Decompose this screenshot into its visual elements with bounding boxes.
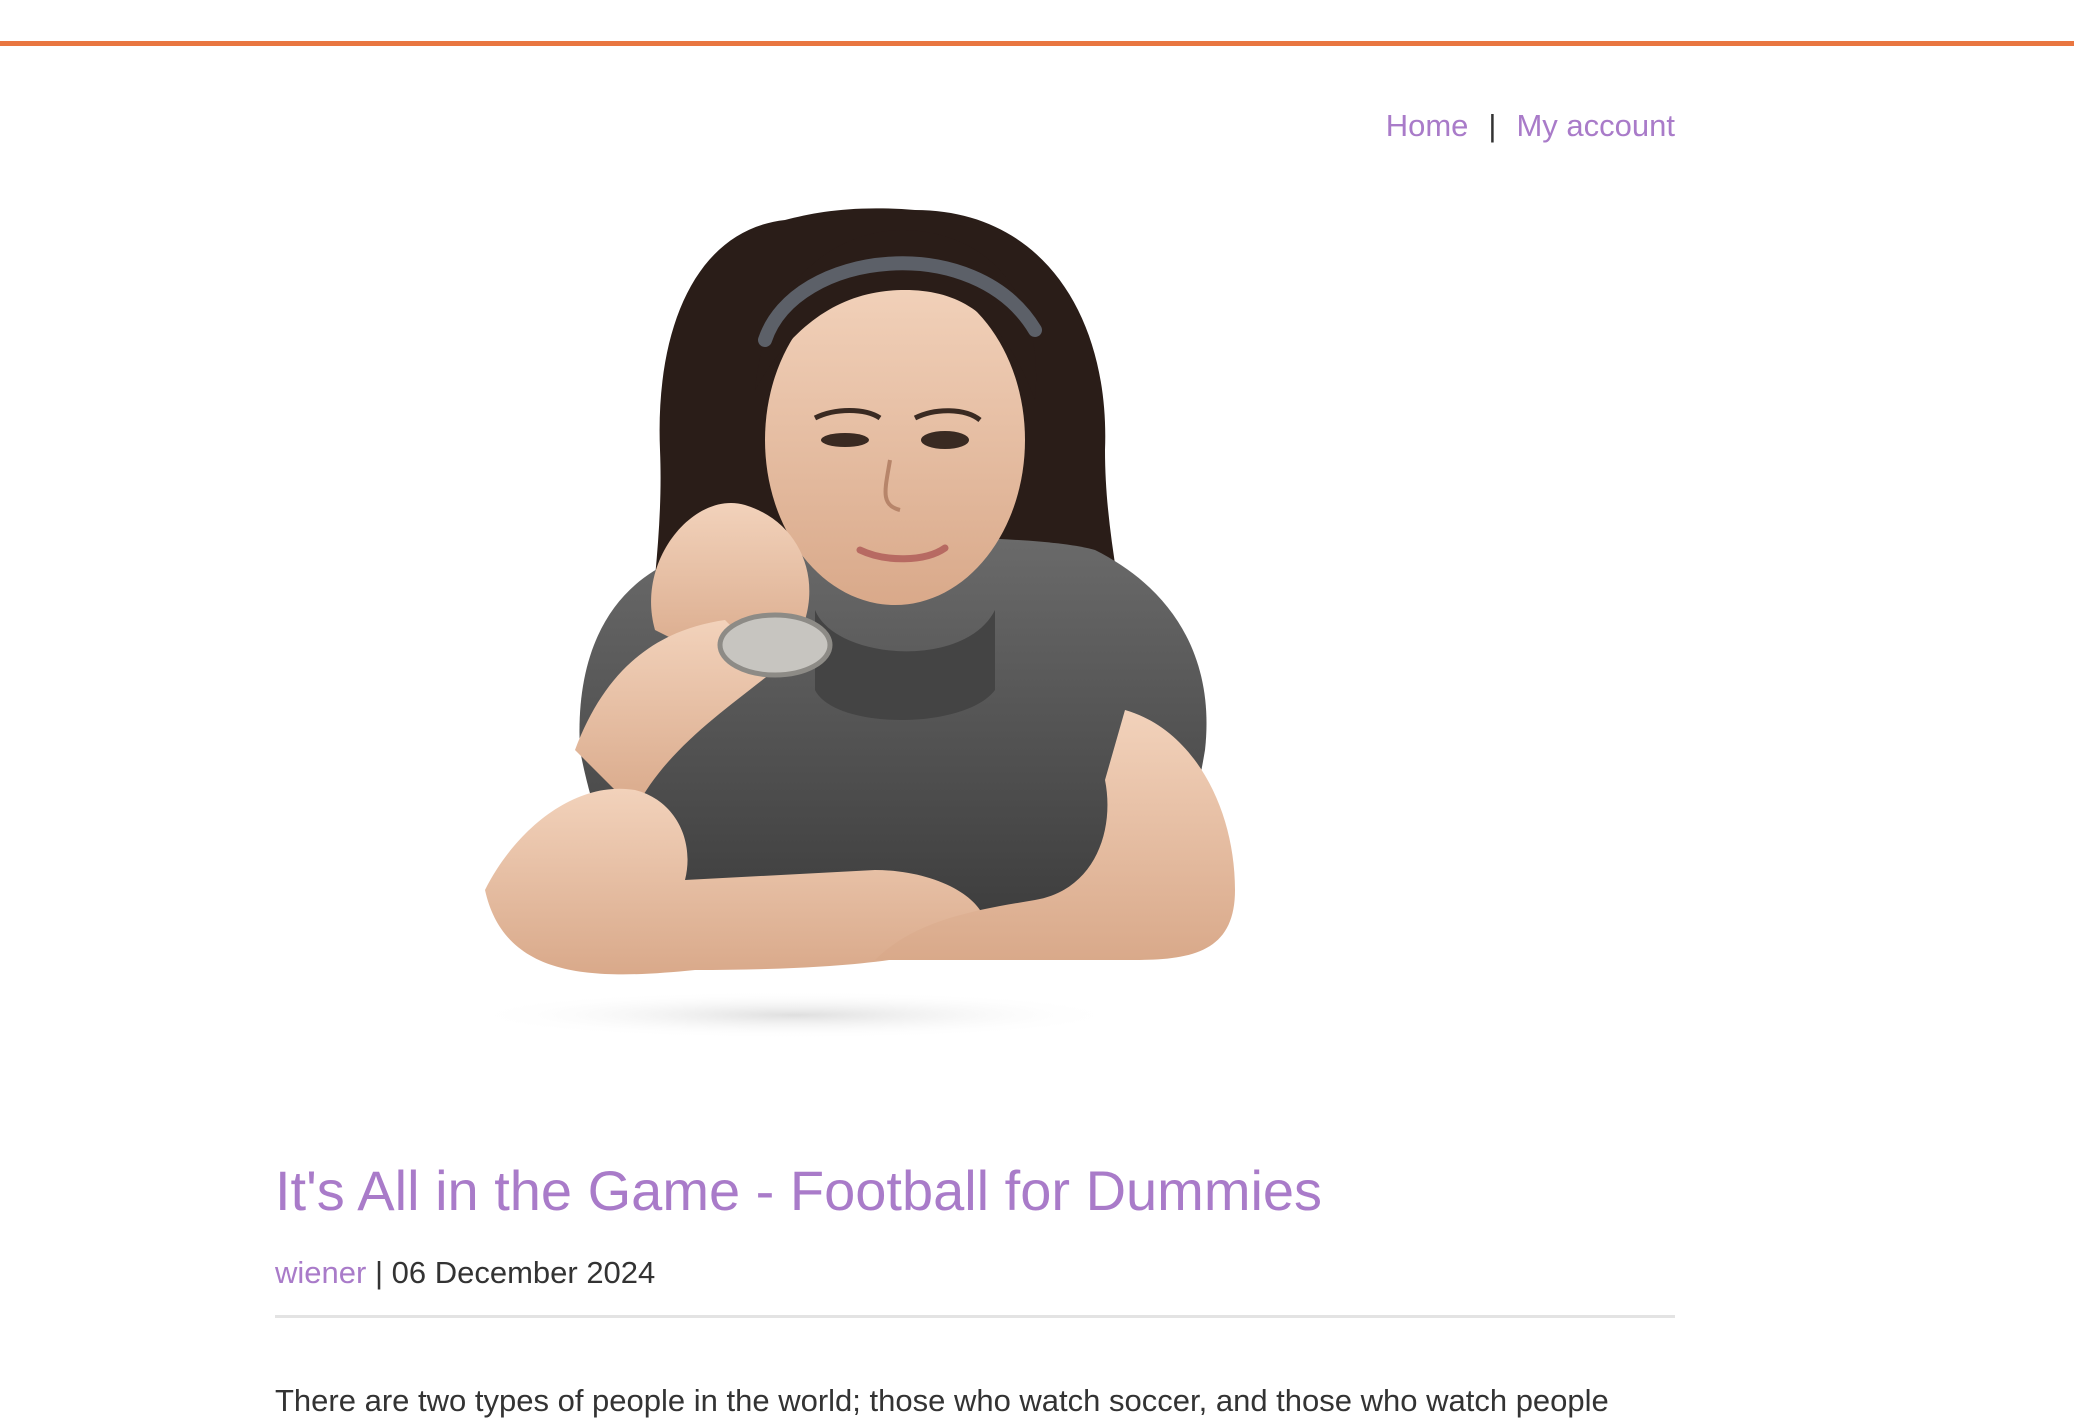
post-title: It's All in the Game - Football for Dumm… [275, 1159, 1323, 1222]
post-author-link[interactable]: wiener [275, 1255, 366, 1290]
top-navigation: Home | My account [1386, 108, 1675, 144]
post-date: 06 December 2024 [391, 1255, 656, 1290]
header-accent-bar [0, 41, 2074, 46]
nav-separator: | [1488, 108, 1497, 143]
nav-my-account-link[interactable]: My account [1516, 108, 1675, 144]
nav-home-link[interactable]: Home [1386, 108, 1469, 144]
post-meta-separator: | [366, 1255, 392, 1290]
post-divider [275, 1315, 1675, 1318]
post-intro-paragraph: There are two types of people in the wor… [275, 1383, 1609, 1418]
post-hero-image [275, 190, 1675, 1090]
post-meta: wiener | 06 December 2024 [275, 1255, 655, 1291]
